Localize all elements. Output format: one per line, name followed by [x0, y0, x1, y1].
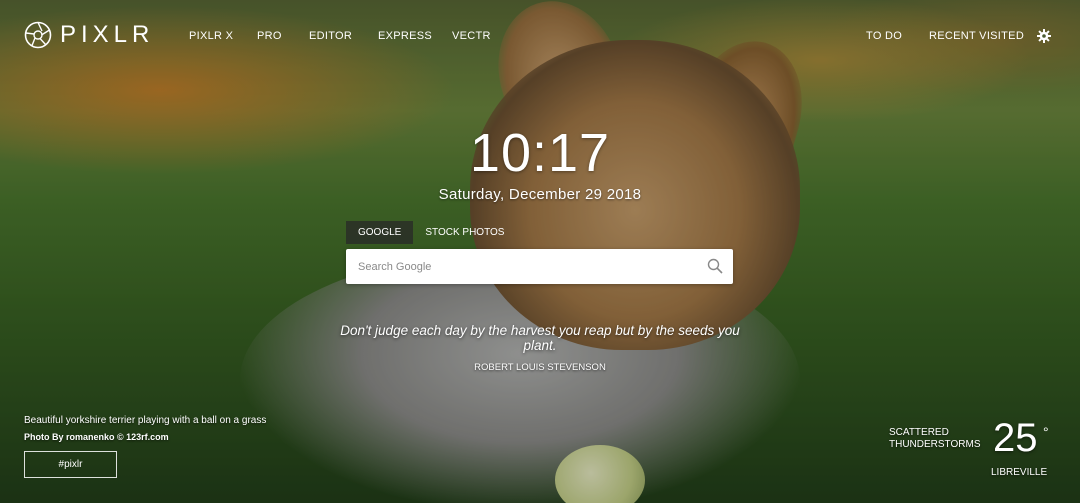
weather-condition: SCATTERED THUNDERSTORMS — [889, 427, 980, 451]
quote-author: ROBERT LOUIS STEVENSON — [474, 362, 606, 373]
clock-date: Saturday, December 29 2018 — [438, 186, 642, 203]
search-tabs: GOOGLE STOCK PHOTOS — [346, 221, 516, 244]
weather-city: LIBREVILLE — [991, 467, 1048, 478]
weather-condition-line1: SCATTERED — [889, 427, 949, 438]
weather-temperature: 25 — [993, 416, 1038, 460]
photo-caption: Beautiful yorkshire terrier playing with… — [24, 415, 267, 426]
tab-google[interactable]: GOOGLE — [346, 221, 414, 244]
search-box — [346, 249, 733, 284]
nav-item-vectr[interactable]: VECTR — [452, 30, 491, 42]
top-bar: PIXLR PIXLR X PRO EDITOR EXPRESS VECTR T… — [0, 0, 1080, 72]
nav-item-pixlr-x[interactable]: PIXLR X — [189, 30, 233, 42]
nav-item-to-do[interactable]: TO DO — [866, 30, 902, 42]
nav-item-editor[interactable]: EDITOR — [309, 30, 352, 42]
aperture-icon — [24, 21, 52, 49]
search-icon[interactable] — [707, 258, 723, 274]
degree-symbol: ° — [1043, 424, 1049, 440]
pixlr-hashtag-button[interactable]: #pixlr — [24, 451, 117, 478]
search-input[interactable] — [346, 249, 710, 284]
photo-credit: Beautiful yorkshire terrier playing with… — [24, 415, 266, 442]
nav-item-pro[interactable]: PRO — [257, 30, 282, 42]
tab-stock-photos[interactable]: STOCK PHOTOS — [413, 221, 516, 244]
pixlr-logo[interactable]: PIXLR — [24, 21, 154, 49]
photo-attribution[interactable]: Photo By romanenko © 123rf.com — [24, 432, 266, 442]
nav-item-express[interactable]: EXPRESS — [378, 30, 432, 42]
nav-item-recent-visited[interactable]: RECENT VISITED — [929, 30, 1024, 42]
quote-text: Don't judge each day by the harvest you … — [340, 323, 740, 353]
gear-icon[interactable] — [1037, 29, 1051, 43]
weather-condition-line2: THUNDERSTORMS — [889, 439, 981, 450]
logo-text: PIXLR — [60, 21, 155, 48]
clock-time: 10:17 — [469, 123, 611, 183]
